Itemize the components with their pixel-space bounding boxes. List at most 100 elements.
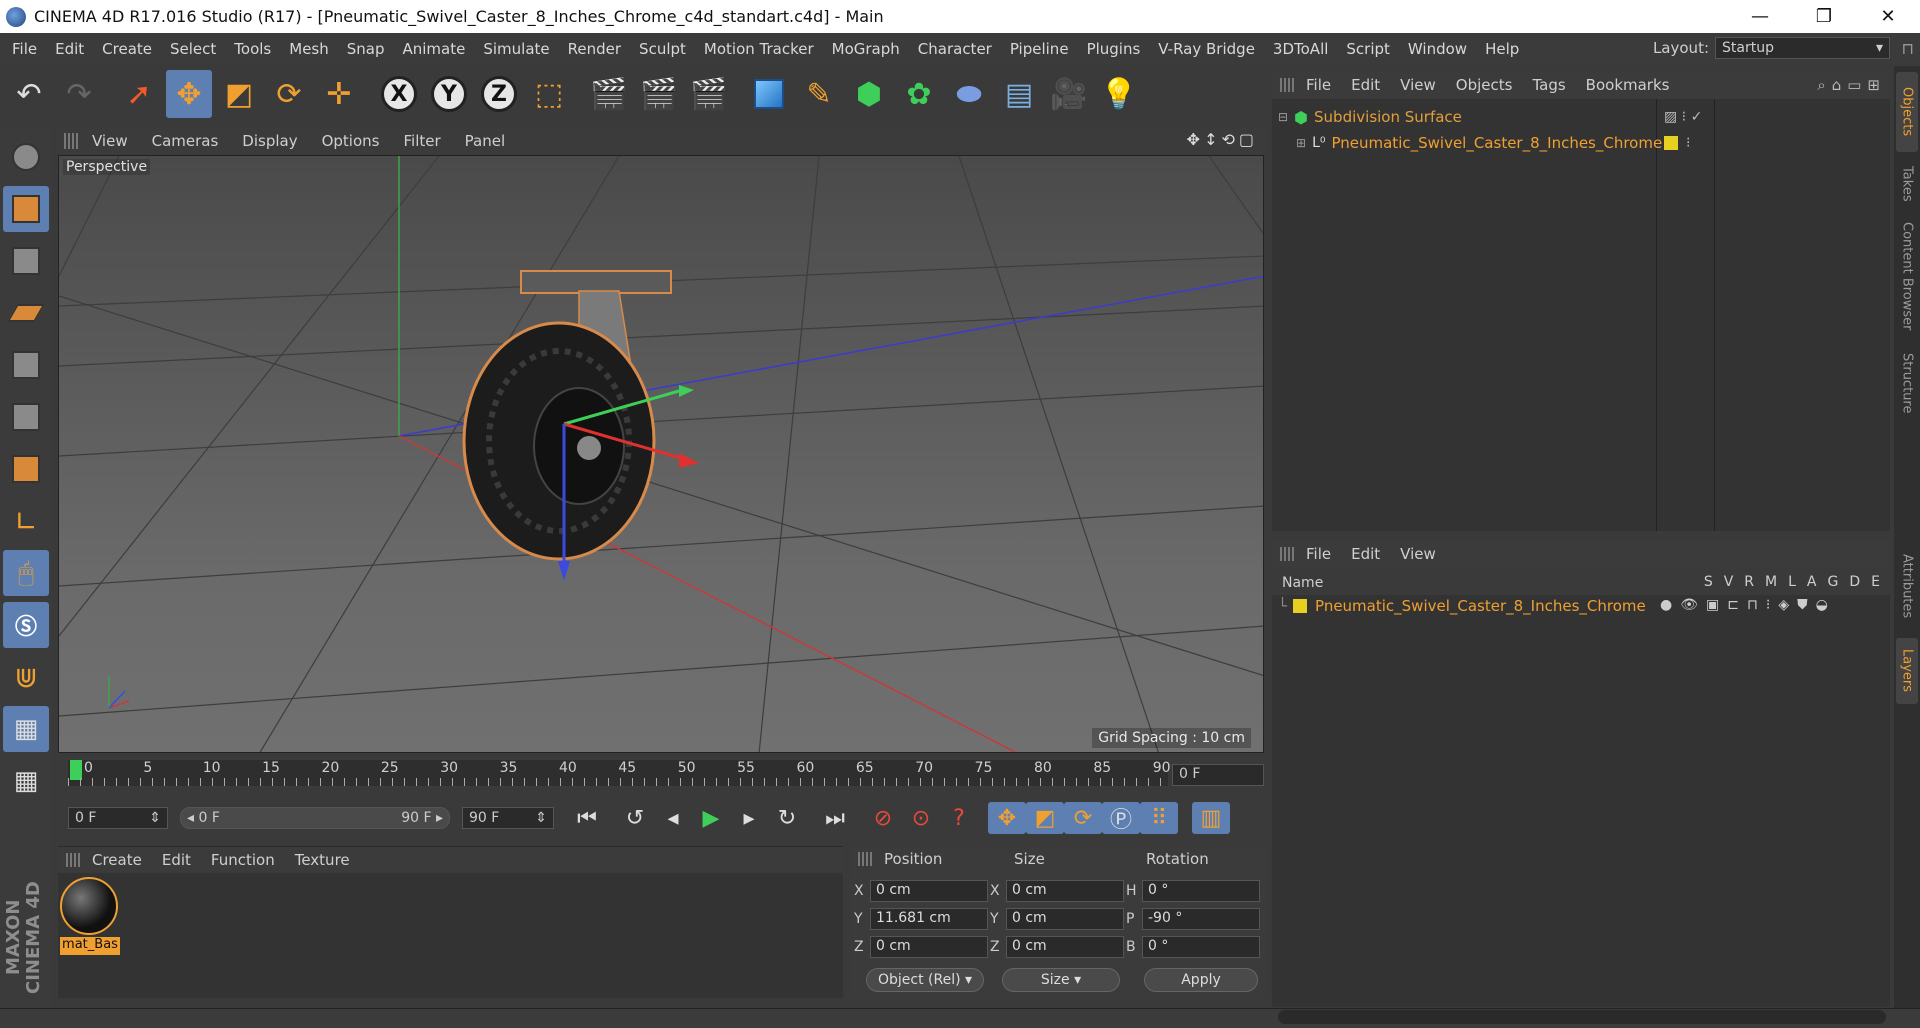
coordinate-mode-select[interactable]: Object (Rel) ▾ bbox=[866, 968, 984, 992]
play-button[interactable]: ▶ bbox=[692, 802, 730, 834]
position-y-field[interactable]: 11.681 cm bbox=[870, 908, 988, 930]
menu-select[interactable]: Select bbox=[161, 40, 225, 58]
previous-frame-button[interactable]: ◂ bbox=[654, 802, 692, 834]
viewport-menu-display[interactable]: Display bbox=[242, 132, 297, 150]
layer-color-swatch[interactable] bbox=[1664, 136, 1678, 150]
record-button[interactable]: ⊘ bbox=[864, 802, 902, 834]
om-menu-objects[interactable]: Objects bbox=[1456, 76, 1513, 94]
texture-mode-button[interactable] bbox=[3, 238, 49, 284]
menu-character[interactable]: Character bbox=[909, 40, 1001, 58]
menu-simulate[interactable]: Simulate bbox=[474, 40, 558, 58]
live-selection-button[interactable]: ➚ bbox=[116, 70, 162, 118]
previous-key-button[interactable]: ↺ bbox=[616, 802, 654, 834]
redo-button[interactable]: ↷ bbox=[56, 70, 102, 118]
tab-objects[interactable]: Objects bbox=[1896, 72, 1918, 152]
expand-icon[interactable]: ⊞ bbox=[1296, 136, 1306, 150]
viewport-camera-label[interactable]: Perspective bbox=[63, 159, 151, 175]
om-menu-file[interactable]: File bbox=[1306, 76, 1331, 94]
material-menu-create[interactable]: Create bbox=[92, 851, 142, 869]
pen-spline-button[interactable]: ✎ bbox=[796, 70, 842, 118]
size-x-field[interactable]: 0 cm bbox=[1006, 880, 1124, 902]
rotation-b-field[interactable]: 0 ° bbox=[1142, 936, 1260, 958]
om-menu-bookmarks[interactable]: Bookmarks bbox=[1586, 76, 1670, 94]
viewport-menu-panel[interactable]: Panel bbox=[465, 132, 505, 150]
tab-layers[interactable]: Layers bbox=[1896, 638, 1918, 704]
go-to-end-button[interactable]: ⏭ bbox=[816, 802, 854, 834]
coordinate-system-button[interactable]: ⬚ bbox=[526, 70, 572, 118]
layer-menu-file[interactable]: File bbox=[1306, 545, 1331, 563]
tab-attributes[interactable]: Attributes bbox=[1896, 540, 1918, 632]
viewport-menu-filter[interactable]: Filter bbox=[403, 132, 440, 150]
workplane-mode-button[interactable] bbox=[3, 290, 49, 336]
recent-tool-button[interactable]: ✛ bbox=[316, 70, 362, 118]
layer-flag-icons[interactable]: ●👁▣⊏⊓⁝◈⛊◒ bbox=[1660, 597, 1836, 613]
menu-script[interactable]: Script bbox=[1337, 40, 1399, 58]
keyframe-selection-button[interactable]: ? bbox=[940, 802, 978, 834]
horizontal-scrollbar[interactable] bbox=[1278, 1010, 1886, 1024]
layer-menu-edit[interactable]: Edit bbox=[1351, 545, 1380, 563]
key-pla-button[interactable]: ⠿ bbox=[1140, 802, 1178, 834]
material-menu-texture[interactable]: Texture bbox=[295, 851, 350, 869]
mograph-cloner-button[interactable]: ✿ bbox=[896, 70, 942, 118]
menu-pipeline[interactable]: Pipeline bbox=[1001, 40, 1078, 58]
3d-viewport[interactable]: Perspective Grid Spacing : 10 cm bbox=[58, 155, 1264, 753]
close-button[interactable]: ✕ bbox=[1856, 0, 1920, 33]
key-parameter-button[interactable]: Ⓟ bbox=[1102, 802, 1140, 834]
pin-icon[interactable]: ⊓ bbox=[1902, 39, 1914, 58]
timeline-window-button[interactable]: ▥ bbox=[1192, 802, 1230, 834]
object-row[interactable]: ⊞ L⁰ Pneumatic_Swivel_Caster_8_Inches_Ch… bbox=[1272, 131, 1890, 155]
render-picture-viewer-button[interactable]: 🎬 bbox=[636, 70, 682, 118]
layer-row[interactable]: └ Pneumatic_Swivel_Caster_8_Inches_Chrom… bbox=[1278, 595, 1646, 617]
edges-mode-button[interactable] bbox=[3, 394, 49, 440]
material-swatch[interactable]: mat_Bas bbox=[60, 877, 120, 961]
viewport-menu-view[interactable]: View bbox=[92, 132, 128, 150]
render-view-button[interactable]: 🎬 bbox=[586, 70, 632, 118]
apply-button[interactable]: Apply bbox=[1144, 968, 1258, 992]
enabled-check-icon[interactable]: ▨ ⁝ ✓ bbox=[1664, 109, 1702, 125]
menu-snap[interactable]: Snap bbox=[338, 40, 394, 58]
om-toolbar-icons[interactable]: ⌕⌂▭⊞ bbox=[1817, 76, 1886, 94]
tab-content-browser[interactable]: Content Browser bbox=[1896, 216, 1918, 336]
move-tool-button[interactable]: ✥ bbox=[166, 70, 212, 118]
next-key-button[interactable]: ↻ bbox=[768, 802, 806, 834]
points-mode-button[interactable] bbox=[3, 342, 49, 388]
om-menu-tags[interactable]: Tags bbox=[1532, 76, 1565, 94]
viewport-nav-controls[interactable]: ✥↕⟲▢ bbox=[1187, 130, 1258, 149]
menu-sculpt[interactable]: Sculpt bbox=[630, 40, 695, 58]
key-rotation-button[interactable]: ⟳ bbox=[1064, 802, 1102, 834]
key-scale-button[interactable]: ◩ bbox=[1026, 802, 1064, 834]
tab-takes[interactable]: Takes bbox=[1896, 158, 1918, 210]
menu-window[interactable]: Window bbox=[1399, 40, 1476, 58]
layer-menu-view[interactable]: View bbox=[1400, 545, 1436, 563]
scale-tool-button[interactable]: ◩ bbox=[216, 70, 262, 118]
cube-object-button[interactable] bbox=[746, 70, 792, 118]
start-frame-field[interactable]: 0 F ⇕ bbox=[68, 807, 168, 829]
rotation-h-field[interactable]: 0 ° bbox=[1142, 880, 1260, 902]
menu-animate[interactable]: Animate bbox=[394, 40, 475, 58]
rotate-tool-button[interactable]: ⟳ bbox=[266, 70, 312, 118]
om-menu-edit[interactable]: Edit bbox=[1351, 76, 1380, 94]
menu-3dtoall[interactable]: 3DToAll bbox=[1264, 40, 1337, 58]
frame-range-slider[interactable]: ◂ 0 F 90 F ▸ bbox=[180, 807, 450, 829]
rotation-p-field[interactable]: -90 ° bbox=[1142, 908, 1260, 930]
y-axis-button[interactable]: Y bbox=[426, 70, 472, 118]
timeline-ruler[interactable]: 0 5 10 15 20 25 30 35 40 45 50 55 60 65 70 75 80 85 90 bbox=[68, 760, 1171, 786]
grid-snap-button[interactable]: ▦ bbox=[3, 758, 49, 804]
menu-vray-bridge[interactable]: V-Ray Bridge bbox=[1149, 40, 1264, 58]
snap-magnet-button[interactable]: ⋓ bbox=[3, 654, 49, 700]
z-axis-button[interactable]: Z bbox=[476, 70, 522, 118]
tab-structure[interactable]: Structure bbox=[1896, 342, 1918, 424]
menu-create[interactable]: Create bbox=[93, 40, 161, 58]
polygons-mode-button[interactable] bbox=[3, 446, 49, 492]
floor-object-button[interactable]: ▤ bbox=[996, 70, 1042, 118]
next-frame-button[interactable]: ▸ bbox=[730, 802, 768, 834]
menu-plugins[interactable]: Plugins bbox=[1078, 40, 1150, 58]
key-position-button[interactable]: ✥ bbox=[988, 802, 1026, 834]
end-frame-field[interactable]: 90 F ⇕ bbox=[462, 807, 554, 829]
camera-object-button[interactable]: 🎥 bbox=[1046, 70, 1092, 118]
menu-file[interactable]: File bbox=[0, 40, 46, 58]
minimize-button[interactable]: — bbox=[1728, 0, 1792, 33]
make-editable-button[interactable] bbox=[3, 134, 49, 180]
menu-edit[interactable]: Edit bbox=[46, 40, 93, 58]
model-mode-button[interactable] bbox=[3, 186, 49, 232]
